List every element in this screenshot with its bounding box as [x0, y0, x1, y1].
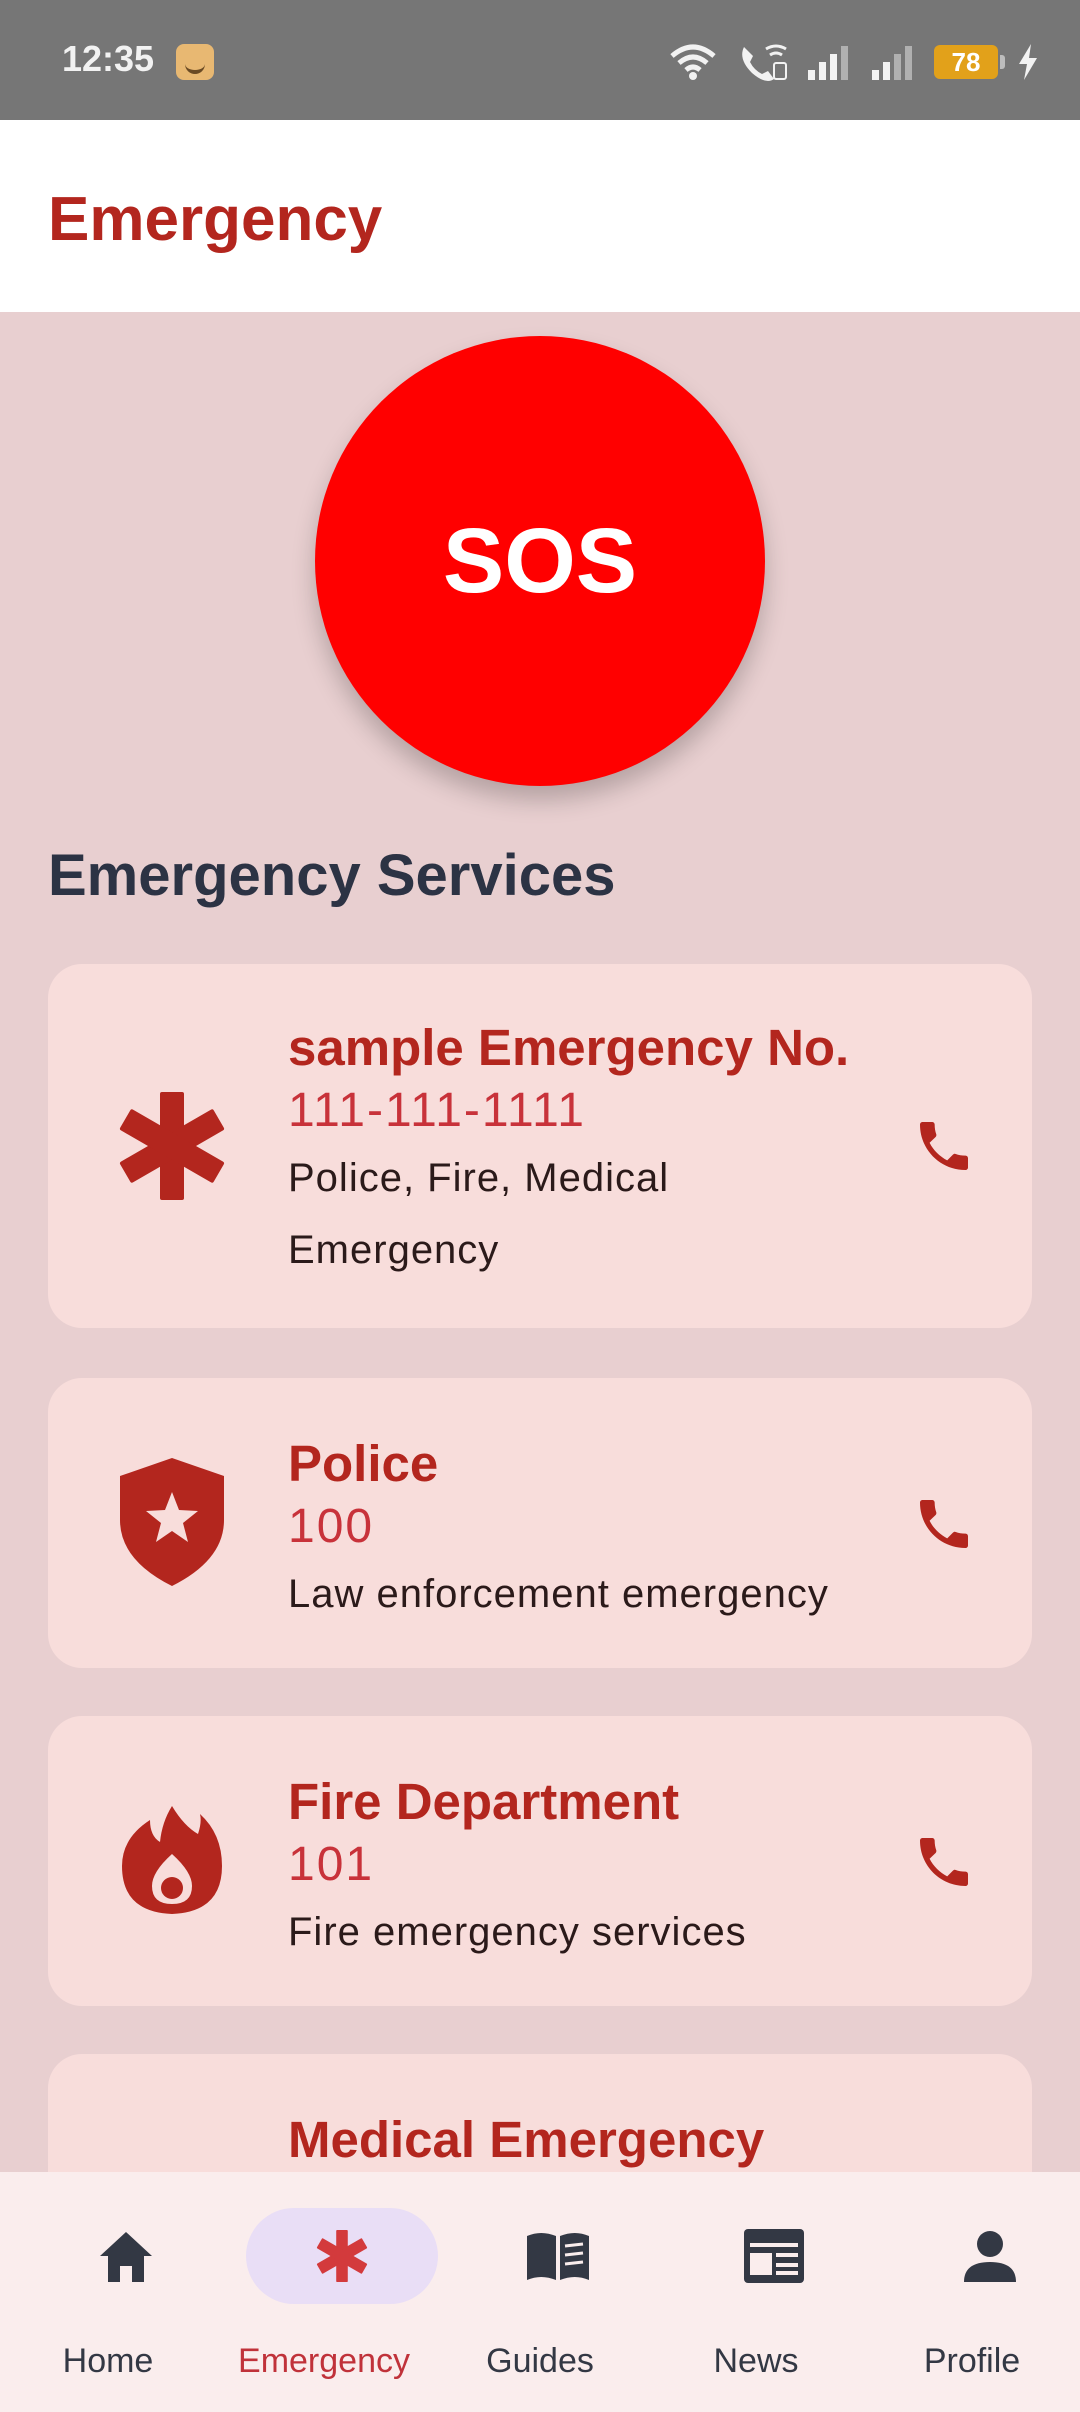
- service-card-text: Fire Department 101 Fire emergency servi…: [288, 1770, 892, 1968]
- call-button-fire[interactable]: [904, 1822, 984, 1902]
- service-description: Fire emergency services: [288, 1910, 747, 1954]
- nav-item-home[interactable]: Home: [0, 2172, 216, 2412]
- nav-pill: [678, 2208, 870, 2304]
- nav-pill: [462, 2208, 654, 2304]
- nav-item-emergency[interactable]: Emergency: [216, 2172, 438, 2412]
- service-card-emergency[interactable]: sample Emergency No. 111-111-1111 Police…: [48, 964, 1032, 1328]
- phone-icon: [920, 1838, 968, 1886]
- nav-label: Guides: [486, 2342, 594, 2380]
- nav-label: Emergency: [238, 2342, 410, 2380]
- status-bar: 12:35 78: [0, 0, 1080, 120]
- status-time: 12:35: [62, 38, 155, 79]
- newspaper-icon: [744, 2229, 804, 2283]
- nav-label: News: [713, 2342, 799, 2380]
- signal-icon: [808, 46, 848, 80]
- service-description: Law enforcement emergency: [288, 1572, 829, 1616]
- nav-pill: [894, 2208, 1080, 2304]
- person-icon: [964, 2231, 1016, 2282]
- wifi-calling-icon: [742, 44, 787, 81]
- status-icons: 78: [668, 40, 1040, 84]
- service-number: 111-111-1111: [288, 1084, 586, 1137]
- nav-pill: [30, 2208, 222, 2304]
- nav-item-news[interactable]: News: [648, 2172, 864, 2412]
- nav-label: Profile: [923, 2342, 1021, 2380]
- nav-item-guides[interactable]: Guides: [432, 2172, 648, 2412]
- call-button-emergency[interactable]: [904, 1106, 984, 1186]
- asterisk-icon: [112, 1086, 232, 1206]
- service-title: sample Emergency No.: [288, 1019, 850, 1076]
- service-description: Police, Fire, Medical Emergency: [288, 1156, 670, 1272]
- bottom-navigation: Home Emergency Guides News Profile: [0, 2172, 1080, 2412]
- wifi-icon: [670, 44, 716, 80]
- signal-icon-2: [872, 46, 912, 80]
- nav-pill-active: [246, 2208, 438, 2304]
- nav-item-profile[interactable]: Profile: [864, 2172, 1080, 2412]
- service-title: Medical Emergency: [288, 2111, 765, 2168]
- sos-button[interactable]: SOS: [315, 336, 765, 786]
- asterisk-icon: [316, 2229, 368, 2283]
- shield-star-icon: [112, 1458, 232, 1586]
- service-number: 101: [288, 1838, 375, 1891]
- app-notification-icon: [176, 44, 214, 80]
- charging-icon: [1019, 44, 1037, 80]
- service-card-fire[interactable]: Fire Department 101 Fire emergency servi…: [48, 1716, 1032, 2006]
- phone-icon: [920, 1500, 968, 1548]
- service-card-police[interactable]: Police 100 Law enforcement emergency: [48, 1378, 1032, 1668]
- nav-label: Home: [62, 2342, 154, 2380]
- service-card-text: Police 100 Law enforcement emergency: [288, 1432, 892, 1630]
- service-number: 100: [288, 1500, 375, 1553]
- service-title: Fire Department: [288, 1773, 680, 1830]
- app-header: Emergency: [0, 120, 1080, 312]
- home-icon: [100, 2232, 152, 2282]
- book-icon: [527, 2233, 589, 2280]
- fire-icon: [112, 1800, 232, 1920]
- service-title: Police: [288, 1435, 439, 1492]
- service-card-text: Medical Emergency: [288, 2108, 892, 2172]
- service-card-text: sample Emergency No. 111-111-1111 Police…: [288, 1016, 892, 1286]
- battery-icon: 78: [934, 45, 1005, 79]
- page-title: Emergency: [48, 185, 383, 254]
- call-button-police[interactable]: [904, 1484, 984, 1564]
- section-title: Emergency Services: [48, 843, 616, 908]
- phone-icon: [920, 1122, 968, 1170]
